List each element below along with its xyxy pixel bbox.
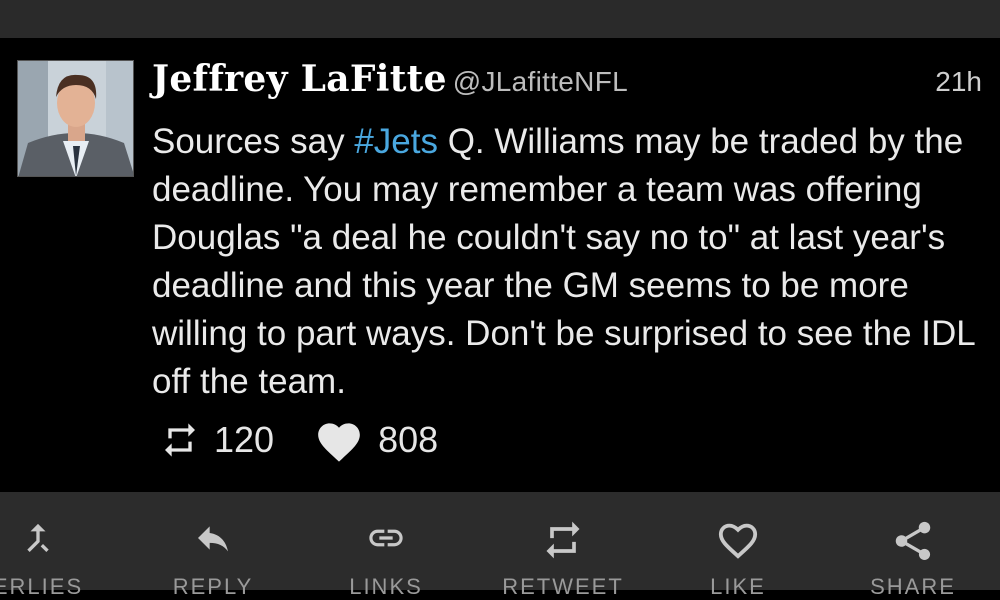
reply-label: REPLY [172,574,254,599]
retweet-count: 120 [214,419,275,460]
avatar[interactable] [17,60,134,177]
reply-button[interactable]: REPLY [130,492,296,599]
tweet-text: Sources say #Jets Q. Williams may be tra… [152,118,982,406]
heart-outline-icon [715,518,761,565]
tweet-stats: 120 808 [160,418,478,462]
tweet-timestamp: 21h [935,66,982,97]
author-name[interactable]: Jeffrey LaFitte @JLafitteNFL [152,58,628,100]
share-icon [890,518,936,569]
link-icon [363,518,409,563]
links-label: LINKS [349,574,423,599]
retweet-stat[interactable]: 120 [160,419,274,461]
tweet-text-after: Q. Williams may be traded by the deadlin… [152,122,975,401]
merge-arrow-icon [18,518,58,563]
retweet-icon [541,518,585,567]
reply-icon [191,518,235,563]
tweet-text-before: Sources say [152,122,355,161]
like-count: 808 [378,419,439,460]
retweet-icon [165,423,195,457]
erlies-button[interactable]: ERLIES [0,492,121,599]
status-bar [0,0,1000,38]
like-button[interactable]: LIKE [655,492,821,599]
like-label: LIKE [710,574,766,599]
like-stat[interactable]: 808 [314,417,438,463]
author-name-text: Jeffrey LaFitte [152,58,447,100]
share-label: SHARE [870,574,956,599]
tweet-card[interactable]: Jeffrey LaFitte @JLafitteNFL 21h Sources … [0,38,1000,492]
author-handle[interactable]: @JLafitteNFL [453,66,628,97]
heart-icon [318,423,360,462]
links-button[interactable]: LINKS [303,492,469,599]
retweet-label: RETWEET [502,574,624,599]
share-button[interactable]: SHARE [830,492,996,599]
erlies-label: ERLIES [0,574,84,599]
action-bar: ERLIES REPLY LINKS RETWEET LIKE SHARE [0,492,1000,599]
hashtag-link[interactable]: #Jets [354,122,438,161]
retweet-button[interactable]: RETWEET [480,492,646,599]
